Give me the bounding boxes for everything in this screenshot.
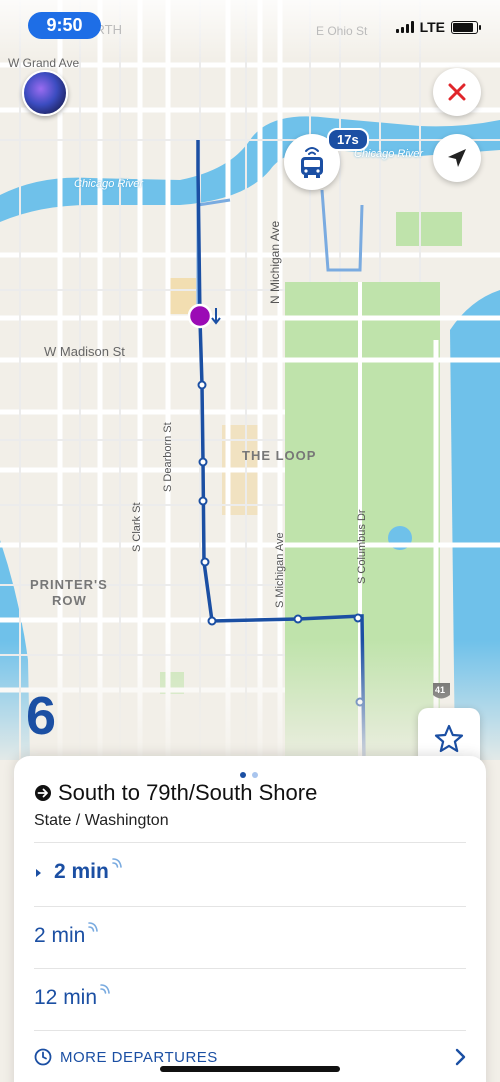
clock-icon (34, 1048, 52, 1066)
departure-row[interactable]: 2 min (34, 922, 101, 948)
departure-row[interactable]: 2 min (34, 858, 125, 884)
location-arrow-icon (448, 149, 466, 167)
page-dot-2[interactable] (252, 772, 258, 778)
map-label-river-left: Chicago River (74, 178, 144, 190)
bus-eta-badge: 17s (327, 128, 369, 151)
departure-row[interactable]: 12 min (34, 984, 113, 1010)
divider (34, 968, 466, 969)
close-button[interactable] (433, 68, 481, 116)
page-dot-1[interactable] (240, 772, 246, 778)
map-label-row: ROW (52, 593, 87, 608)
battery-icon (451, 20, 481, 34)
highway-shield-label: 41 (435, 685, 446, 695)
map-label-dearborn: S Dearborn St (162, 422, 174, 492)
divider (34, 906, 466, 907)
map-label-ohio: E Ohio St (316, 24, 368, 38)
next-departure-caret-icon (36, 869, 41, 877)
direction-header: South to 79th/South Shore (34, 780, 317, 806)
more-departures-label: MORE DEPARTURES (60, 1048, 218, 1066)
map-label-madison: W Madison St (44, 344, 125, 359)
siri-icon[interactable] (22, 70, 68, 116)
bus-icon (301, 147, 323, 178)
map-label-river-right: Chicago River (354, 148, 424, 160)
stop-name: State / Washington (34, 812, 169, 829)
chevron-right-icon (455, 1048, 466, 1066)
realtime-icon (100, 984, 110, 994)
departures-sheet[interactable]: South to 79th/South Shore State / Washin… (14, 756, 486, 1082)
star-icon (434, 724, 464, 753)
departure-time: 12 min (34, 986, 98, 1009)
map-label-grand: W Grand Ave (8, 56, 80, 70)
direction-title: South to 79th/South Shore (58, 780, 318, 805)
home-indicator[interactable] (160, 1066, 340, 1072)
status-indicators: LTE (395, 19, 481, 35)
map-label-printers: PRINTER'S (30, 577, 108, 592)
departure-time: 2 min (34, 924, 86, 947)
locate-button[interactable] (433, 134, 481, 182)
page-indicator[interactable] (240, 772, 258, 778)
route-number: 6 (26, 686, 57, 746)
status-time[interactable]: 9:50 (28, 12, 101, 39)
cellular-signal-icon (395, 21, 414, 33)
more-departures-button[interactable]: MORE DEPARTURES (34, 1048, 466, 1066)
divider (34, 842, 466, 843)
map-label-columbus: S Columbus Dr (356, 509, 368, 584)
map-label-n-michigan: N Michigan Ave (268, 220, 282, 304)
direction-arrow-circle-icon (35, 785, 51, 801)
departure-time: 2 min (54, 860, 109, 883)
map-label-s-michigan: S Michigan Ave (274, 532, 286, 608)
map-label-the-loop: THE LOOP (242, 448, 317, 463)
divider (34, 1030, 466, 1031)
network-type: LTE (419, 19, 445, 35)
close-icon (448, 83, 466, 101)
realtime-icon (112, 858, 122, 868)
map-label-clark: S Clark St (131, 502, 143, 552)
realtime-icon (88, 922, 99, 932)
current-stop-marker[interactable] (187, 303, 213, 329)
